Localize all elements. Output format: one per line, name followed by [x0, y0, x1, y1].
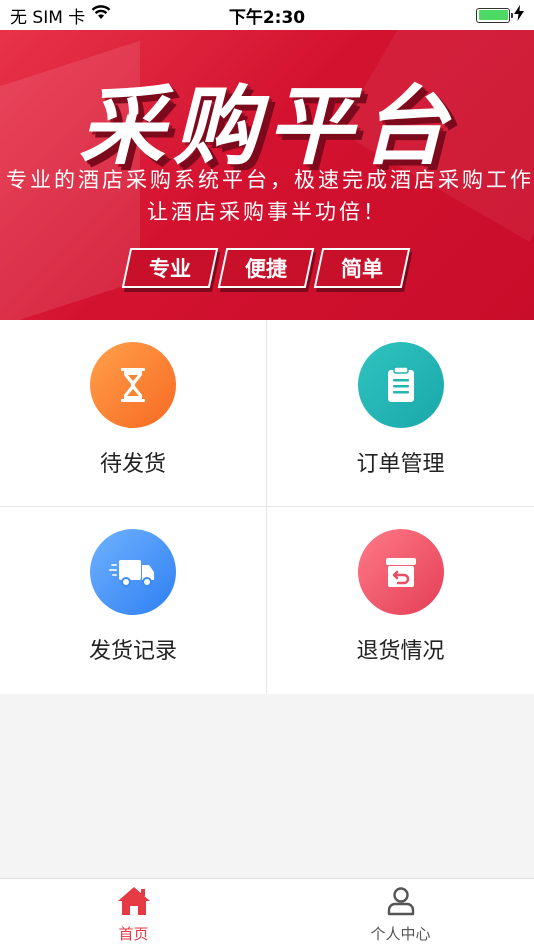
banner-tag: 专业: [121, 248, 219, 288]
menu-item-returns[interactable]: 退货情况: [267, 507, 534, 694]
status-bar: 无 SIM 卡 下午2:30: [0, 0, 534, 30]
banner-tag-label: 简单: [341, 257, 383, 281]
menu-item-order-management[interactable]: 订单管理: [267, 320, 534, 507]
return-box-icon: [357, 529, 444, 615]
hourglass-icon: [90, 342, 176, 428]
wifi-icon: [91, 5, 111, 25]
banner-tags: 专业 便捷 简单: [121, 248, 411, 288]
carrier-label: 无 SIM 卡: [10, 7, 86, 28]
menu-item-pending-shipment[interactable]: 待发货: [0, 320, 267, 507]
banner-title: 采购平台: [79, 77, 455, 177]
tab-home[interactable]: 首页: [0, 879, 267, 950]
banner-tag-label: 便捷: [245, 257, 287, 281]
menu-item-label: 订单管理: [356, 452, 445, 477]
tab-profile-label: 个人中心: [370, 925, 431, 943]
banner-tag: 便捷: [217, 248, 315, 288]
banner-tag-label: 专业: [149, 257, 191, 281]
menu-item-shipping-records[interactable]: 发货记录: [0, 507, 267, 694]
banner-subtitle: 专业的酒店采购系统平台，极速完成酒店采购工作: [6, 168, 534, 192]
clipboard-icon: [357, 342, 444, 428]
menu-grid: 待发货 订单管理 发货记录 退货情况: [0, 320, 534, 694]
tab-profile[interactable]: 个人中心: [267, 879, 534, 950]
charging-icon: [514, 4, 524, 26]
status-left: 无 SIM 卡: [10, 3, 111, 28]
home-icon: [117, 885, 151, 921]
tab-home-label: 首页: [118, 925, 149, 943]
battery-icon: [476, 7, 513, 23]
tab-bar: 首页 个人中心: [0, 878, 534, 950]
menu-item-label: 退货情况: [356, 639, 445, 664]
menu-item-label: 待发货: [99, 452, 166, 477]
promo-banner[interactable]: 采购平台 专业的酒店采购系统平台，极速完成酒店采购工作 让酒店采购事半功倍！ 专…: [0, 30, 534, 320]
menu-item-label: 发货记录: [88, 639, 177, 664]
banner-tag: 简单: [313, 248, 411, 288]
delivery-truck-icon: [90, 529, 176, 615]
status-right: [476, 4, 524, 26]
user-icon: [385, 885, 417, 921]
banner-subtitle: 让酒店采购事半功倍！: [147, 200, 387, 224]
